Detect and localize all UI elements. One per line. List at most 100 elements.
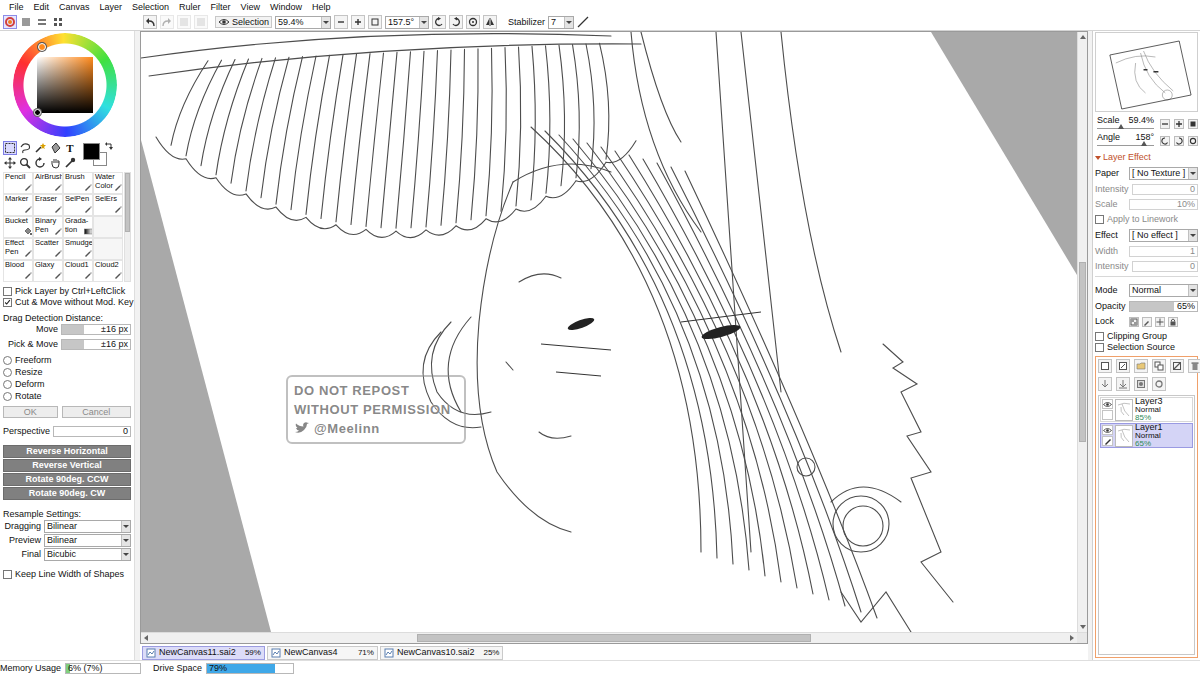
selection-label[interactable]: Selection <box>232 17 269 27</box>
eyedropper-icon[interactable] <box>63 156 77 170</box>
transform-button[interactable]: Reverse Horizontal <box>3 445 131 458</box>
brush-slot[interactable]: Scatter <box>33 238 63 260</box>
brush-label[interactable]: SelPen <box>65 194 89 203</box>
brush-slot[interactable]: Binary Pen <box>33 216 63 238</box>
scroll-up-icon[interactable] <box>1078 32 1088 42</box>
brush-slot[interactable]: SelPen <box>63 194 93 216</box>
menu-item[interactable]: View <box>236 0 265 14</box>
angle-select-value[interactable]: 157.5° <box>388 17 417 28</box>
rotate-reset-icon[interactable] <box>1188 136 1198 146</box>
brush-label[interactable]: Effect Pen <box>5 238 24 256</box>
checkbox[interactable] <box>3 570 12 579</box>
eye-icon[interactable] <box>218 17 230 27</box>
color-wheel[interactable] <box>13 33 117 137</box>
redo-icon[interactable] <box>160 15 174 29</box>
rect-select-icon[interactable] <box>3 141 17 155</box>
dropdown-arrow[interactable] <box>1188 230 1197 241</box>
mode-radio[interactable]: Freeform <box>3 354 131 366</box>
rotate-reset-icon[interactable] <box>466 15 480 29</box>
blend-mode-select[interactable]: Normal <box>1129 284 1198 297</box>
layer-row[interactable]: Layer1Normal65% <box>1100 423 1193 448</box>
value-slider[interactable]: ±16 px <box>61 324 131 335</box>
keep-line-width-checkbox[interactable]: Keep Line Width of Shapes <box>3 569 131 580</box>
expand-triangle[interactable] <box>1095 156 1101 160</box>
document-tab[interactable]: NewCanvas11.sai259% <box>142 646 265 660</box>
lock-move-icon[interactable] <box>1155 317 1165 327</box>
brush-slot[interactable]: Blood <box>3 260 33 282</box>
brush-slot[interactable]: Cloud1 <box>63 260 93 282</box>
scroll-right-icon[interactable] <box>1067 633 1077 643</box>
menu-item[interactable]: Help <box>307 0 336 14</box>
brush-label[interactable]: Cloud1 <box>65 260 89 269</box>
resample-select-value[interactable]: Bilinear <box>47 535 119 546</box>
slider-marker[interactable] <box>1118 124 1124 129</box>
visibility-toggle[interactable] <box>1102 425 1113 435</box>
paper-select[interactable]: [ No Texture ] <box>1129 167 1198 180</box>
radio[interactable] <box>3 380 12 389</box>
checkbox[interactable] <box>3 298 12 307</box>
stabilizer-select-value[interactable]: 7 <box>551 17 562 28</box>
resample-select[interactable]: Bicubic <box>44 548 131 561</box>
brush-icon[interactable] <box>24 249 32 258</box>
brush-label[interactable]: Glaxy <box>35 260 54 269</box>
layer-name[interactable]: Layer1 <box>1135 423 1163 432</box>
document-tab[interactable]: NewCanvas471% <box>267 646 378 660</box>
layer-effect-header[interactable]: Layer Effect <box>1095 152 1198 163</box>
brush-label[interactable]: Eraser <box>35 194 57 203</box>
swap-icon[interactable] <box>105 141 114 151</box>
selection-source-checkbox[interactable]: Selection Source <box>1095 342 1198 353</box>
angle-slider[interactable]: Angle158° <box>1095 133 1156 146</box>
color-marker[interactable] <box>34 109 41 116</box>
lock-paint-icon[interactable] <box>1142 317 1152 327</box>
undo-icon[interactable] <box>143 15 157 29</box>
dropdown-arrow[interactable] <box>121 549 130 560</box>
dropdown-arrow[interactable] <box>564 17 573 28</box>
rotate-icon[interactable] <box>33 156 47 170</box>
option-checkbox[interactable]: Pick Layer by Ctrl+LeftClick <box>3 286 131 297</box>
hand-icon[interactable] <box>48 156 62 170</box>
effect-select[interactable]: [ No effect ] <box>1129 229 1198 242</box>
dropdown-arrow[interactable] <box>321 17 330 28</box>
layer-row[interactable]: Layer3Normal85% <box>1100 397 1193 422</box>
color-wheel-icon[interactable] <box>3 15 17 29</box>
checkbox[interactable] <box>3 287 12 296</box>
blank-square-icon[interactable] <box>194 15 208 29</box>
value-slider[interactable]: ±16 px <box>61 339 131 350</box>
radio[interactable] <box>3 368 12 377</box>
resample-select[interactable]: Bilinear <box>44 520 131 533</box>
menu-item[interactable]: Edit <box>29 0 55 14</box>
menu-item[interactable]: Window <box>265 0 307 14</box>
document-name[interactable]: NewCanvas10.sai2 <box>397 647 475 657</box>
brush-icon[interactable] <box>54 183 62 192</box>
rotate-left-icon[interactable] <box>432 15 446 29</box>
radio-label[interactable]: Deform <box>15 379 45 389</box>
dropdown-arrow[interactable] <box>1188 168 1197 179</box>
clear-layer-icon[interactable] <box>1170 359 1184 373</box>
shape-select-icon[interactable] <box>48 141 62 155</box>
value-slider[interactable]: 10% <box>1129 199 1198 210</box>
zoom-out-icon[interactable] <box>1160 119 1170 129</box>
brush-slot[interactable]: Glaxy <box>33 260 63 282</box>
gradient-icon[interactable] <box>84 227 92 236</box>
checkbox-label[interactable]: Clipping Group <box>1107 331 1167 341</box>
vertical-scrollbar[interactable] <box>1077 32 1087 632</box>
apply-to-linework-checkbox[interactable]: Apply to Linework <box>1095 214 1198 225</box>
brush-scrollbar[interactable] <box>124 172 131 282</box>
brush-slot[interactable]: Effect Pen <box>3 238 33 260</box>
brush-icon[interactable] <box>114 183 122 192</box>
brush-label[interactable]: Bucket <box>5 216 28 225</box>
brush-label[interactable]: AirBrush <box>35 172 63 181</box>
checkbox[interactable] <box>1095 343 1104 352</box>
new-layer-icon[interactable] <box>1098 359 1112 373</box>
eye-icon[interactable] <box>1103 427 1112 434</box>
zoom-in-icon[interactable] <box>351 15 365 29</box>
brush-icon[interactable] <box>24 183 32 192</box>
zoom-select-value[interactable]: 59.4% <box>278 17 319 28</box>
radio[interactable] <box>3 356 12 365</box>
brush-label[interactable]: Pencil <box>5 172 25 181</box>
perspective-field[interactable]: 0 <box>53 426 131 437</box>
value-slider[interactable]: 0 <box>1132 184 1198 195</box>
checkbox[interactable] <box>1095 215 1104 224</box>
radio[interactable] <box>3 392 12 401</box>
brush-slot[interactable]: Cloud2 <box>93 260 123 282</box>
